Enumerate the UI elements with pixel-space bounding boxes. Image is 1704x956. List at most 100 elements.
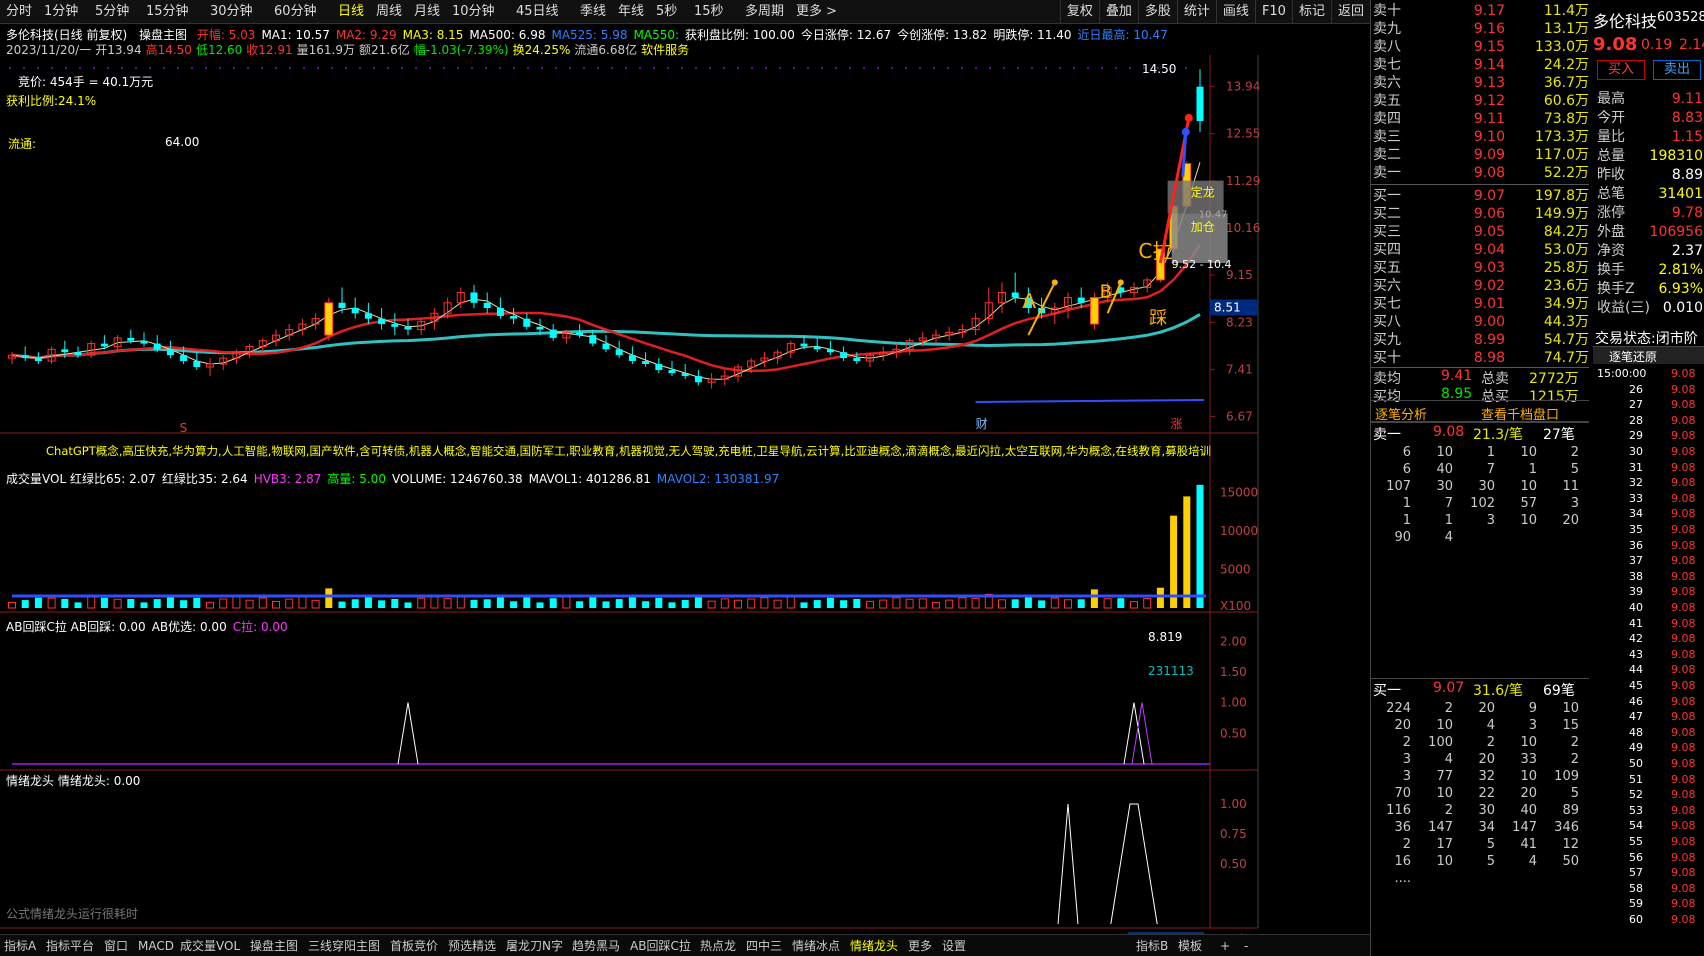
zb-tabs: 逐笔分析 查看千档盘口 <box>1371 400 1589 423</box>
guide-dot <box>695 67 697 69</box>
period-tab-2[interactable]: 5分钟 <box>95 3 129 21</box>
bid-row-5[interactable]: 买六 9.02 23.6万 <box>1371 277 1589 295</box>
bottom-tab-9[interactable]: 屠龙刀N字 <box>506 937 563 955</box>
tick-time: 40 <box>1629 601 1643 614</box>
chart-area[interactable]: 13.9412.5511.2910.169.158.237.416.678.51… <box>0 55 1260 935</box>
period-tab-9[interactable]: 10分钟 <box>452 3 495 21</box>
info-value: 2.81% <box>1658 262 1703 278</box>
bottom-tab-12[interactable]: 热点龙 <box>700 937 736 955</box>
period-tab-8[interactable]: 月线 <box>414 3 440 21</box>
period-tab-11[interactable]: 季线 <box>580 3 606 21</box>
period-tab-0[interactable]: 分时 <box>6 3 32 21</box>
period-tab-6[interactable]: 日线 <box>338 3 364 21</box>
bottom-tab-5[interactable]: 操盘主图 <box>250 937 298 955</box>
bottom-tab-14[interactable]: 情绪冰点 <box>792 937 840 955</box>
info-value: 31401 <box>1658 186 1703 202</box>
period-tab-10[interactable]: 45日线 <box>516 3 559 21</box>
tab-zb-analysis[interactable]: 逐笔分析 <box>1375 404 1427 423</box>
bid-row-7[interactable]: 买八 9.00 44.3万 <box>1371 313 1589 331</box>
buy-button[interactable]: 买入 <box>1597 60 1645 80</box>
period-tab-4[interactable]: 30分钟 <box>210 3 253 21</box>
vol-bar <box>853 598 861 608</box>
ask-volume: 73.8万 <box>1543 111 1589 127</box>
toolbar-btn-7[interactable]: 返回 <box>1330 0 1370 24</box>
bottom-right-1[interactable]: 模板 <box>1178 937 1202 955</box>
guide-dot <box>149 67 151 69</box>
bottom-tab-3[interactable]: MACD <box>138 937 174 955</box>
bid-row-4[interactable]: 买五 9.03 25.8万 <box>1371 259 1589 277</box>
bottom-tab-16[interactable]: 更多 <box>908 937 932 955</box>
zb-cell: 2 <box>1444 701 1453 716</box>
bottom-tab-10[interactable]: 趋势黑马 <box>572 937 620 955</box>
bid-row-1[interactable]: 买二 9.06 149.9万 <box>1371 205 1589 223</box>
toolbar-btn-3[interactable]: 统计 <box>1176 0 1216 24</box>
bid-row-9[interactable]: 买十 8.98 74.7万 <box>1371 349 1589 367</box>
header-item-4: MA500: 6.98 <box>469 28 546 42</box>
toolbar-btn-1[interactable]: 叠加 <box>1098 0 1138 24</box>
period-tab-15[interactable]: 多周期 <box>745 3 784 21</box>
avg-sell_avg_k: 卖均 <box>1373 371 1401 387</box>
ask-row-7[interactable]: 卖三 9.10 173.3万 <box>1371 128 1589 146</box>
bottom-tab-17[interactable]: 设置 <box>942 937 966 955</box>
vol-bar <box>694 596 702 608</box>
vol-bar <box>523 597 531 608</box>
ask-row-5[interactable]: 卖五 9.12 60.6万 <box>1371 92 1589 110</box>
bid-row-2[interactable]: 买三 9.05 84.2万 <box>1371 223 1589 241</box>
bottom-tab-0[interactable]: 指标A <box>4 937 36 955</box>
period-tab-3[interactable]: 15分钟 <box>146 3 189 21</box>
zb-grid-row: 36 147 34 147 346 <box>1371 819 1589 836</box>
bottom-tab-8[interactable]: 预选精选 <box>448 937 496 955</box>
bottom-right-0[interactable]: 指标B <box>1136 937 1168 955</box>
period-tab-5[interactable]: 60分钟 <box>274 3 317 21</box>
ask-row-0[interactable]: 卖十 9.17 11.4万 <box>1371 2 1589 20</box>
toolbar-btn-6[interactable]: 标记 <box>1291 0 1331 24</box>
period-tab-7[interactable]: 周线 <box>376 3 402 21</box>
tick-time: 28 <box>1629 413 1643 427</box>
toolbar-btn-5[interactable]: F10 <box>1254 0 1292 24</box>
period-tab-1[interactable]: 1分钟 <box>44 3 78 21</box>
period-tab-14[interactable]: 15秒 <box>694 3 724 21</box>
bid-row-6[interactable]: 买七 9.01 34.9万 <box>1371 295 1589 313</box>
bottom-tab-7[interactable]: 首板竞价 <box>390 937 438 955</box>
bottom-tab-13[interactable]: 四中三 <box>746 937 782 955</box>
ask-row-9[interactable]: 卖一 9.08 52.2万 <box>1371 164 1589 182</box>
bottom-tab-4[interactable]: 成交量VOL <box>180 937 240 955</box>
bid-row-8[interactable]: 买九 8.99 54.7万 <box>1371 331 1589 349</box>
bottom-right-2[interactable]: + <box>1220 937 1230 955</box>
vol-bar <box>760 597 769 609</box>
guide-dot <box>177 67 179 69</box>
ask-row-2[interactable]: 卖八 9.15 133.0万 <box>1371 38 1589 56</box>
ask-row-1[interactable]: 卖九 9.16 13.1万 <box>1371 20 1589 38</box>
bottom-tab-2[interactable]: 窗口 <box>104 937 128 955</box>
period-tab-12[interactable]: 年线 <box>618 3 644 21</box>
toolbar-btn-2[interactable]: 多股 <box>1137 0 1177 24</box>
tab-depth[interactable]: 查看千档盘口 <box>1481 404 1559 423</box>
ask-row-6[interactable]: 卖四 9.11 73.8万 <box>1371 110 1589 128</box>
bid-row-0[interactable]: 买一 9.07 197.8万 <box>1371 187 1589 205</box>
bottom-right-3[interactable]: - <box>1244 937 1248 955</box>
bottom-tab-15[interactable]: 情绪龙头 <box>850 937 898 955</box>
toolbar-btn-4[interactable]: 画线 <box>1215 0 1255 24</box>
guide-dot <box>611 67 613 69</box>
ask-row-4[interactable]: 卖六 9.13 36.7万 <box>1371 74 1589 92</box>
zb-cell: 2 <box>1402 735 1411 750</box>
info-key: 最高 <box>1597 91 1625 107</box>
indicator-name[interactable]: 操盘主图 <box>139 28 187 42</box>
ask-row-3[interactable]: 卖七 9.14 24.2万 <box>1371 56 1589 74</box>
tick-time: 57 <box>1629 866 1643 880</box>
bottom-tab-11[interactable]: AB回踩C拉 <box>630 937 691 955</box>
bottom-tab-1[interactable]: 指标平台 <box>46 937 94 955</box>
bottom-tab-6[interactable]: 三线穿阳主图 <box>308 937 380 955</box>
ask-row-8[interactable]: 卖二 9.09 117.0万 <box>1371 146 1589 164</box>
bid-volume: 74.7万 <box>1543 350 1589 366</box>
sell-button[interactable]: 卖出 <box>1653 60 1701 80</box>
toolbar-btn-0[interactable]: 复权 <box>1059 0 1099 24</box>
vol-bar <box>430 595 439 609</box>
guide-dot <box>1073 67 1075 69</box>
ask-price: 9.12 <box>1473 93 1505 109</box>
period-tab-13[interactable]: 5秒 <box>656 3 677 21</box>
bid-row-3[interactable]: 买四 9.04 53.0万 <box>1371 241 1589 259</box>
price-tick-label: 8.23 <box>1226 315 1253 329</box>
vol-bar <box>483 599 491 608</box>
period-tab-16[interactable]: 更多 > <box>796 3 837 21</box>
